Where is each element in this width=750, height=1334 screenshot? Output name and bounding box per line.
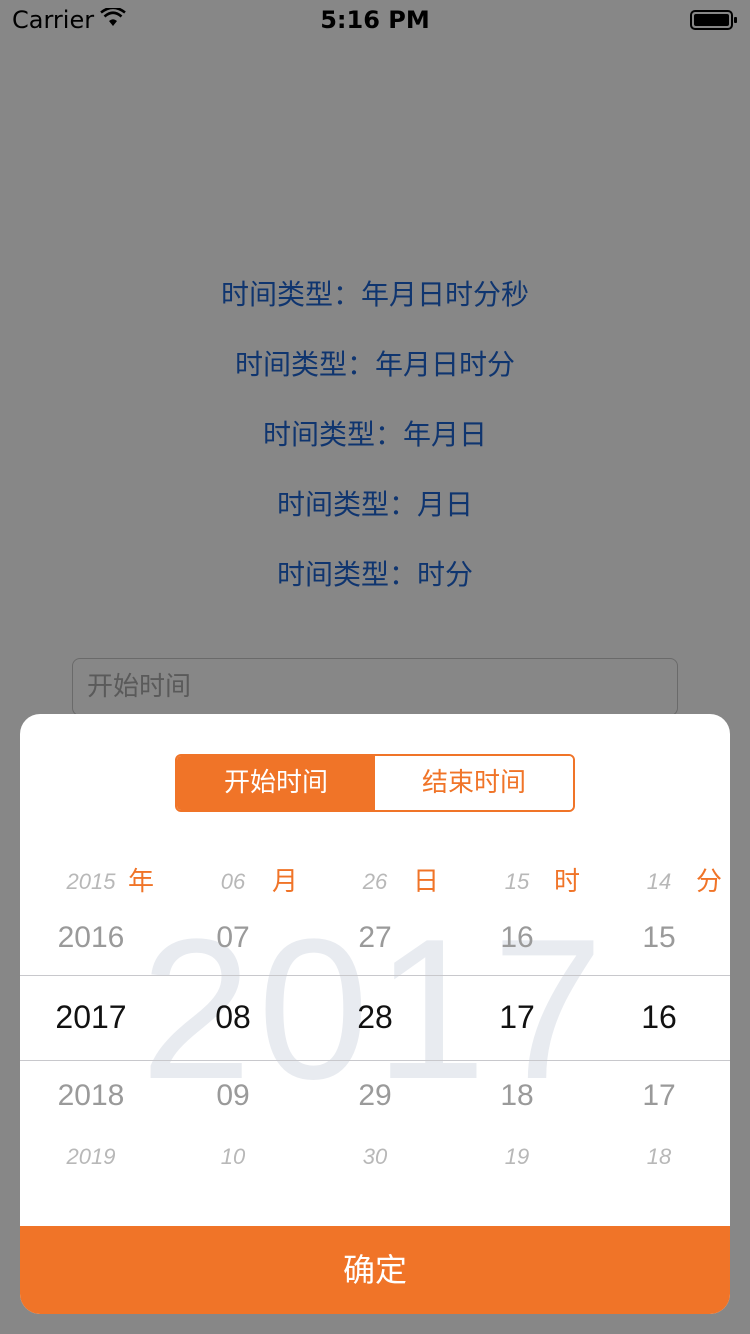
wheel-selected-item: 2017 bbox=[55, 999, 127, 1035]
wheel-selected-item: 16 bbox=[641, 999, 677, 1035]
wheel-item: 2019 bbox=[66, 1144, 116, 1169]
wheel-item: 30 bbox=[362, 1144, 388, 1169]
wheel-item: 17 bbox=[642, 1079, 676, 1112]
wheel-item: 15 bbox=[642, 921, 676, 954]
wheel-item: 10 bbox=[220, 1144, 246, 1169]
minute-unit-label: 分 bbox=[696, 867, 723, 897]
wheel-selected-item: 08 bbox=[215, 999, 251, 1035]
day-unit-label: 日 bbox=[413, 867, 440, 897]
wheel-item: 18 bbox=[500, 1079, 534, 1112]
wheel-selected-item: 28 bbox=[357, 999, 393, 1035]
wheel-item: 09 bbox=[216, 1079, 250, 1112]
confirm-button[interactable]: 确定 bbox=[20, 1226, 730, 1314]
wheel-item: 16 bbox=[500, 921, 534, 954]
tab-end-time[interactable]: 结束时间 bbox=[375, 756, 573, 810]
wheel-item: 27 bbox=[358, 921, 392, 954]
date-picker-sheet: 开始时间 结束时间 2017 2015 2016 2017 2018 2019 … bbox=[20, 714, 730, 1314]
wheel-item: 07 bbox=[216, 921, 250, 954]
tab-start-time[interactable]: 开始时间 bbox=[177, 756, 375, 810]
wheel-item: 2018 bbox=[57, 1079, 125, 1112]
wheel-item: 19 bbox=[504, 1144, 530, 1169]
year-unit-label: 年 bbox=[128, 867, 155, 897]
wheel-item: 2016 bbox=[57, 921, 125, 954]
hour-unit-label: 时 bbox=[554, 867, 581, 897]
wheel-item: 29 bbox=[358, 1079, 392, 1112]
wheel-item: 18 bbox=[646, 1144, 672, 1169]
wheel-selected-item: 17 bbox=[499, 999, 535, 1035]
start-end-segment: 开始时间 结束时间 bbox=[175, 754, 575, 812]
month-unit-label: 月 bbox=[272, 867, 299, 897]
